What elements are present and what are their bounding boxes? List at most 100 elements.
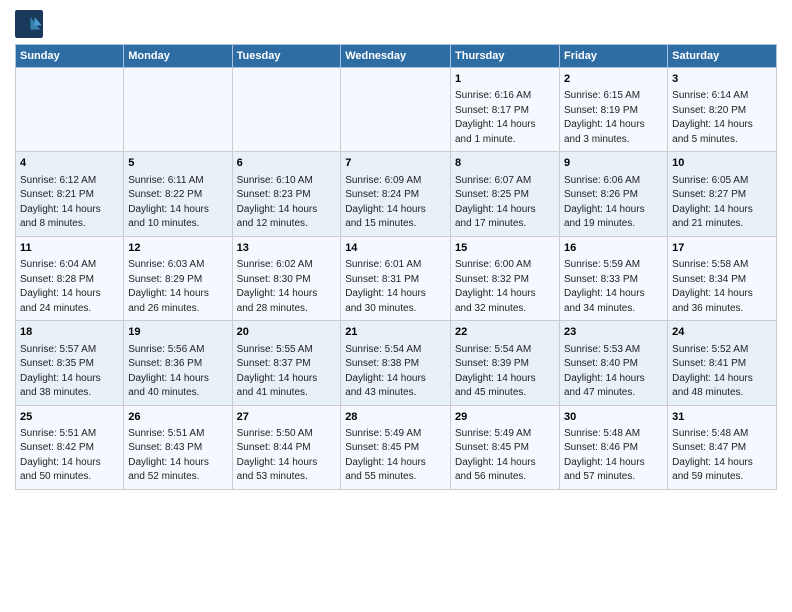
- calendar-cell: 16 Sunrise: 5:59 AM Sunset: 8:33 PM Dayli…: [559, 236, 667, 320]
- calendar-cell: 20 Sunrise: 5:55 AM Sunset: 8:37 PM Dayli…: [232, 321, 341, 405]
- calendar-cell: 8 Sunrise: 6:07 AM Sunset: 8:25 PM Daylig…: [451, 152, 560, 236]
- day-number: 3: [672, 72, 772, 87]
- day-info: Sunrise: 5:51 AM Sunset: 8:42 PM Dayligh…: [20, 427, 119, 485]
- calendar-cell: 9 Sunrise: 6:06 AM Sunset: 8:26 PM Daylig…: [559, 152, 667, 236]
- day-number: 16: [564, 241, 663, 256]
- day-number: 9: [564, 156, 663, 171]
- day-info: Sunrise: 5:51 AM Sunset: 8:43 PM Dayligh…: [128, 427, 227, 485]
- day-number: 17: [672, 241, 772, 256]
- day-number: 6: [237, 156, 337, 171]
- calendar-table: SundayMondayTuesdayWednesdayThursdayFrid…: [15, 44, 777, 490]
- day-number: 21: [345, 325, 446, 340]
- day-info: Sunrise: 6:04 AM Sunset: 8:28 PM Dayligh…: [20, 258, 119, 316]
- day-info: Sunrise: 5:49 AM Sunset: 8:45 PM Dayligh…: [455, 427, 555, 485]
- calendar-cell: 30 Sunrise: 5:48 AM Sunset: 8:46 PM Dayli…: [559, 405, 667, 489]
- day-info: Sunrise: 5:50 AM Sunset: 8:44 PM Dayligh…: [237, 427, 337, 485]
- day-info: Sunrise: 6:14 AM Sunset: 8:20 PM Dayligh…: [672, 89, 772, 147]
- day-info: Sunrise: 6:11 AM Sunset: 8:22 PM Dayligh…: [128, 174, 227, 232]
- calendar-cell: 13 Sunrise: 6:02 AM Sunset: 8:30 PM Dayli…: [232, 236, 341, 320]
- calendar-cell: 22Sunrise: 5:54 AM Sunset: 8:39 PM Dayli…: [451, 321, 560, 405]
- day-number: 5: [128, 156, 227, 171]
- week-row-2: 11 Sunrise: 6:04 AM Sunset: 8:28 PM Dayli…: [16, 236, 777, 320]
- day-number: 20: [237, 325, 337, 340]
- day-info: Sunrise: 6:05 AM Sunset: 8:27 PM Dayligh…: [672, 174, 772, 232]
- day-info: Sunrise: 6:03 AM Sunset: 8:29 PM Dayligh…: [128, 258, 227, 316]
- day-number: 18: [20, 325, 119, 340]
- day-info: Sunrise: 5:59 AM Sunset: 8:33 PM Dayligh…: [564, 258, 663, 316]
- day-number: 29: [455, 410, 555, 425]
- day-info: Sunrise: 6:07 AM Sunset: 8:25 PM Dayligh…: [455, 174, 555, 232]
- week-row-3: 18 Sunrise: 5:57 AM Sunset: 8:35 PM Dayli…: [16, 321, 777, 405]
- day-number: 2: [564, 72, 663, 87]
- calendar-cell: 19 Sunrise: 5:56 AM Sunset: 8:36 PM Dayli…: [124, 321, 232, 405]
- header-friday: Friday: [559, 45, 667, 68]
- day-info: Sunrise: 5:54 AM Sunset: 8:38 PM Dayligh…: [345, 343, 446, 401]
- day-info: Sunrise: 5:48 AM Sunset: 8:46 PM Dayligh…: [564, 427, 663, 485]
- calendar-cell: 23 Sunrise: 5:53 AM Sunset: 8:40 PM Dayli…: [559, 321, 667, 405]
- day-info: Sunrise: 5:52 AM Sunset: 8:41 PM Dayligh…: [672, 343, 772, 401]
- header-thursday: Thursday: [451, 45, 560, 68]
- day-info: Sunrise: 5:48 AM Sunset: 8:47 PM Dayligh…: [672, 427, 772, 485]
- day-number: 28: [345, 410, 446, 425]
- calendar-cell: 2Sunrise: 6:15 AM Sunset: 8:19 PM Daylig…: [559, 68, 667, 152]
- calendar-cell: 5 Sunrise: 6:11 AM Sunset: 8:22 PM Daylig…: [124, 152, 232, 236]
- calendar-cell: 18 Sunrise: 5:57 AM Sunset: 8:35 PM Dayli…: [16, 321, 124, 405]
- header-sunday: Sunday: [16, 45, 124, 68]
- day-info: Sunrise: 6:06 AM Sunset: 8:26 PM Dayligh…: [564, 174, 663, 232]
- calendar-cell: 7 Sunrise: 6:09 AM Sunset: 8:24 PM Daylig…: [341, 152, 451, 236]
- logo-icon: [15, 10, 43, 38]
- day-number: 13: [237, 241, 337, 256]
- day-number: 11: [20, 241, 119, 256]
- day-info: Sunrise: 5:57 AM Sunset: 8:35 PM Dayligh…: [20, 343, 119, 401]
- header-wednesday: Wednesday: [341, 45, 451, 68]
- day-number: 8: [455, 156, 555, 171]
- calendar-cell: 31 Sunrise: 5:48 AM Sunset: 8:47 PM Dayli…: [668, 405, 777, 489]
- day-info: Sunrise: 5:49 AM Sunset: 8:45 PM Dayligh…: [345, 427, 446, 485]
- header-saturday: Saturday: [668, 45, 777, 68]
- calendar-body: 1 Sunrise: 6:16 AM Sunset: 8:17 PM Daylig…: [16, 68, 777, 490]
- day-info: Sunrise: 6:00 AM Sunset: 8:32 PM Dayligh…: [455, 258, 555, 316]
- day-number: 14: [345, 241, 446, 256]
- day-number: 10: [672, 156, 772, 171]
- day-number: 26: [128, 410, 227, 425]
- calendar-cell: [341, 68, 451, 152]
- day-number: 30: [564, 410, 663, 425]
- calendar-cell: 28 Sunrise: 5:49 AM Sunset: 8:45 PM Dayli…: [341, 405, 451, 489]
- day-info: Sunrise: 6:02 AM Sunset: 8:30 PM Dayligh…: [237, 258, 337, 316]
- header-monday: Monday: [124, 45, 232, 68]
- day-number: 12: [128, 241, 227, 256]
- calendar-cell: 15 Sunrise: 6:00 AM Sunset: 8:32 PM Dayli…: [451, 236, 560, 320]
- calendar-cell: 27Sunrise: 5:50 AM Sunset: 8:44 PM Dayli…: [232, 405, 341, 489]
- day-info: Sunrise: 6:09 AM Sunset: 8:24 PM Dayligh…: [345, 174, 446, 232]
- day-number: 19: [128, 325, 227, 340]
- day-number: 1: [455, 72, 555, 87]
- calendar-cell: 6 Sunrise: 6:10 AM Sunset: 8:23 PM Daylig…: [232, 152, 341, 236]
- calendar-cell: 25 Sunrise: 5:51 AM Sunset: 8:42 PM Dayli…: [16, 405, 124, 489]
- day-info: Sunrise: 6:10 AM Sunset: 8:23 PM Dayligh…: [237, 174, 337, 232]
- calendar-cell: 24 Sunrise: 5:52 AM Sunset: 8:41 PM Dayli…: [668, 321, 777, 405]
- day-number: 25: [20, 410, 119, 425]
- calendar-cell: 12 Sunrise: 6:03 AM Sunset: 8:29 PM Dayli…: [124, 236, 232, 320]
- week-row-4: 25 Sunrise: 5:51 AM Sunset: 8:42 PM Dayli…: [16, 405, 777, 489]
- day-number: 23: [564, 325, 663, 340]
- day-info: Sunrise: 5:58 AM Sunset: 8:34 PM Dayligh…: [672, 258, 772, 316]
- calendar-cell: 1 Sunrise: 6:16 AM Sunset: 8:17 PM Daylig…: [451, 68, 560, 152]
- day-info: Sunrise: 5:54 AM Sunset: 8:39 PM Dayligh…: [455, 343, 555, 401]
- logo: [15, 10, 47, 38]
- calendar-cell: 4Sunrise: 6:12 AM Sunset: 8:21 PM Daylig…: [16, 152, 124, 236]
- day-info: Sunrise: 6:01 AM Sunset: 8:31 PM Dayligh…: [345, 258, 446, 316]
- calendar-cell: [16, 68, 124, 152]
- day-number: 15: [455, 241, 555, 256]
- day-info: Sunrise: 5:53 AM Sunset: 8:40 PM Dayligh…: [564, 343, 663, 401]
- day-number: 31: [672, 410, 772, 425]
- day-number: 7: [345, 156, 446, 171]
- day-info: Sunrise: 5:55 AM Sunset: 8:37 PM Dayligh…: [237, 343, 337, 401]
- week-row-1: 4Sunrise: 6:12 AM Sunset: 8:21 PM Daylig…: [16, 152, 777, 236]
- day-info: Sunrise: 6:16 AM Sunset: 8:17 PM Dayligh…: [455, 89, 555, 147]
- calendar-cell: 14 Sunrise: 6:01 AM Sunset: 8:31 PM Dayli…: [341, 236, 451, 320]
- day-number: 24: [672, 325, 772, 340]
- day-info: Sunrise: 5:56 AM Sunset: 8:36 PM Dayligh…: [128, 343, 227, 401]
- calendar-header-row: SundayMondayTuesdayWednesdayThursdayFrid…: [16, 45, 777, 68]
- calendar-cell: 17 Sunrise: 5:58 AM Sunset: 8:34 PM Dayli…: [668, 236, 777, 320]
- calendar-cell: 29 Sunrise: 5:49 AM Sunset: 8:45 PM Dayli…: [451, 405, 560, 489]
